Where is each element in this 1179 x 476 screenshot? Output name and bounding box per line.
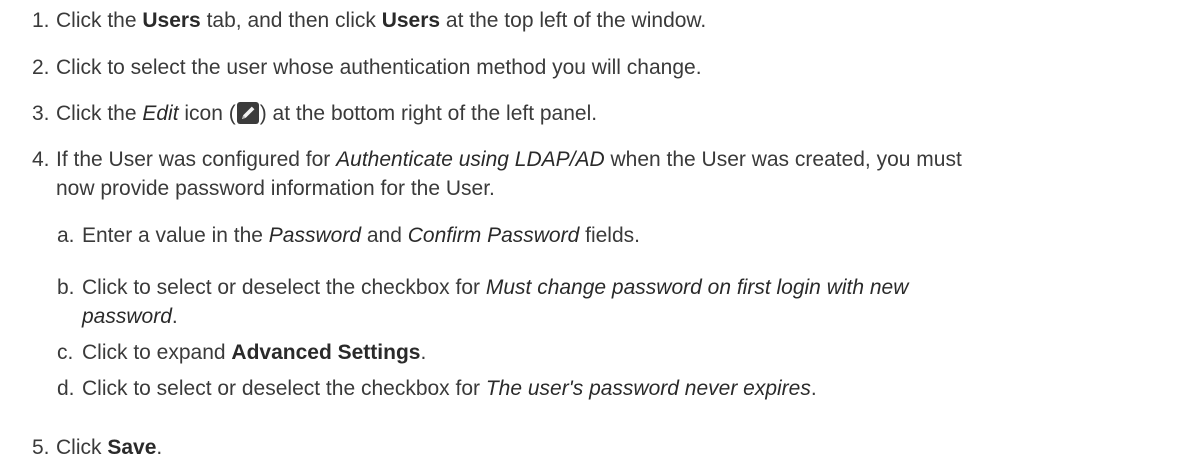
pencil-edit-icon [236,102,259,124]
step-text-continuation: now provide password information for the… [56,177,495,200]
step-text: Click to select the user whose authentic… [56,56,702,79]
step-text: Click the Users tab, and then click User… [56,9,707,32]
save-button-label: Save [107,436,157,459]
substep-letter: c. [57,341,74,364]
substep-text-continuation: password. [82,305,178,328]
substep-text: Click to expand Advanced Settings. [82,341,427,364]
users-tab-label: Users [142,9,201,32]
advanced-settings-label: Advanced Settings [231,341,421,364]
step-number: 2. [32,56,50,79]
substep-text: Click to select or deselect the checkbox… [82,276,909,299]
step-text: Click Save. [56,436,163,459]
step-number: 3. [32,102,50,125]
substep-letter: a. [57,224,75,247]
substep-text: Click to select or deselect the checkbox… [82,377,817,400]
step-text: Click the Edit icon () at the bottom rig… [56,102,598,125]
step-number: 5. [32,436,50,459]
instructions-document: { "steps": [ { "num": "1.", "t1": "Click… [0,0,1179,476]
step-text: If the User was configured for Authentic… [56,148,962,171]
substep-letter: b. [57,276,75,299]
step-number: 4. [32,148,50,171]
users-button-label: Users [381,9,441,32]
substep-letter: d. [57,377,75,400]
step-number: 1. [32,9,50,32]
substep-text: Enter a value in the Password and Confir… [82,224,640,247]
